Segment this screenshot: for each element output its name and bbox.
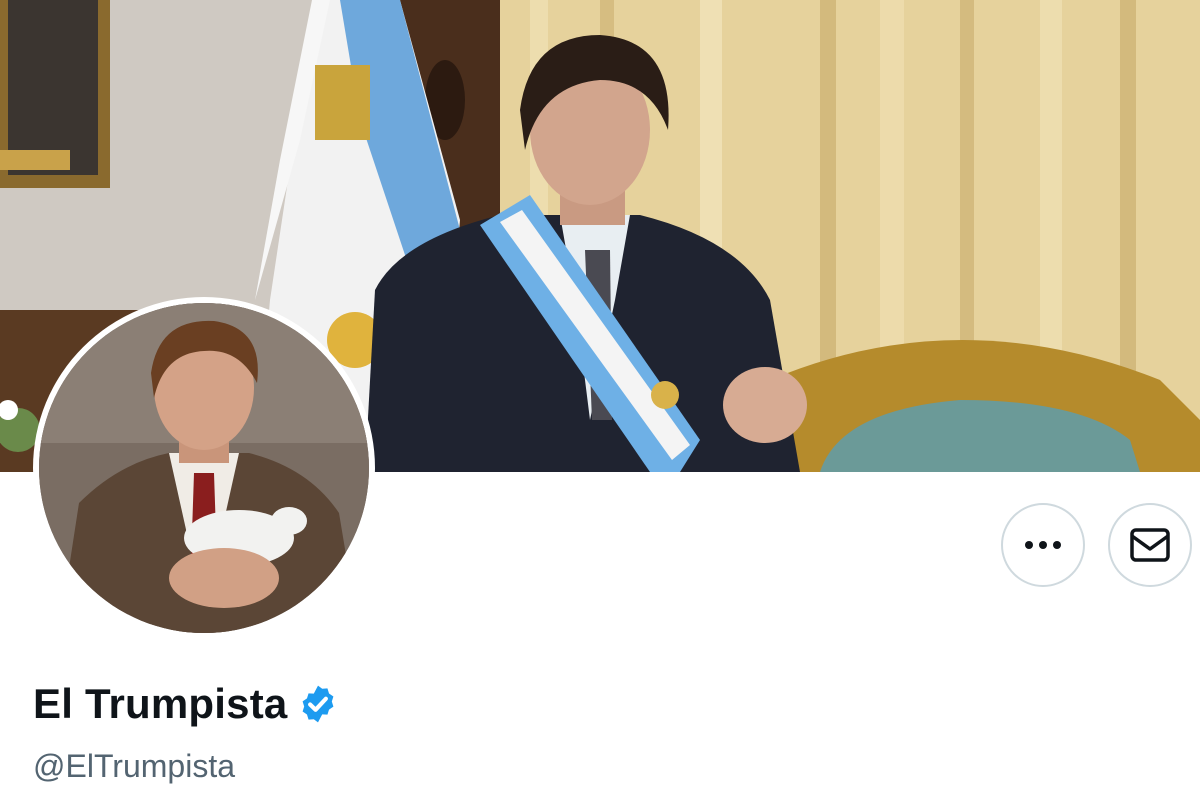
more-options-button[interactable] — [1001, 503, 1085, 587]
display-name: El Trumpista — [33, 680, 288, 727]
display-name-row: El Trumpista — [33, 680, 339, 728]
avatar-photo — [39, 303, 369, 633]
message-button[interactable] — [1108, 503, 1192, 587]
profile-page: El Trumpista @ElTrumpista — [0, 0, 1200, 800]
envelope-icon — [1130, 528, 1170, 562]
more-horizontal-icon — [1025, 541, 1061, 549]
verified-badge-icon[interactable] — [297, 683, 339, 725]
profile-avatar[interactable] — [33, 297, 375, 639]
profile-handle: @ElTrumpista — [33, 748, 235, 784]
